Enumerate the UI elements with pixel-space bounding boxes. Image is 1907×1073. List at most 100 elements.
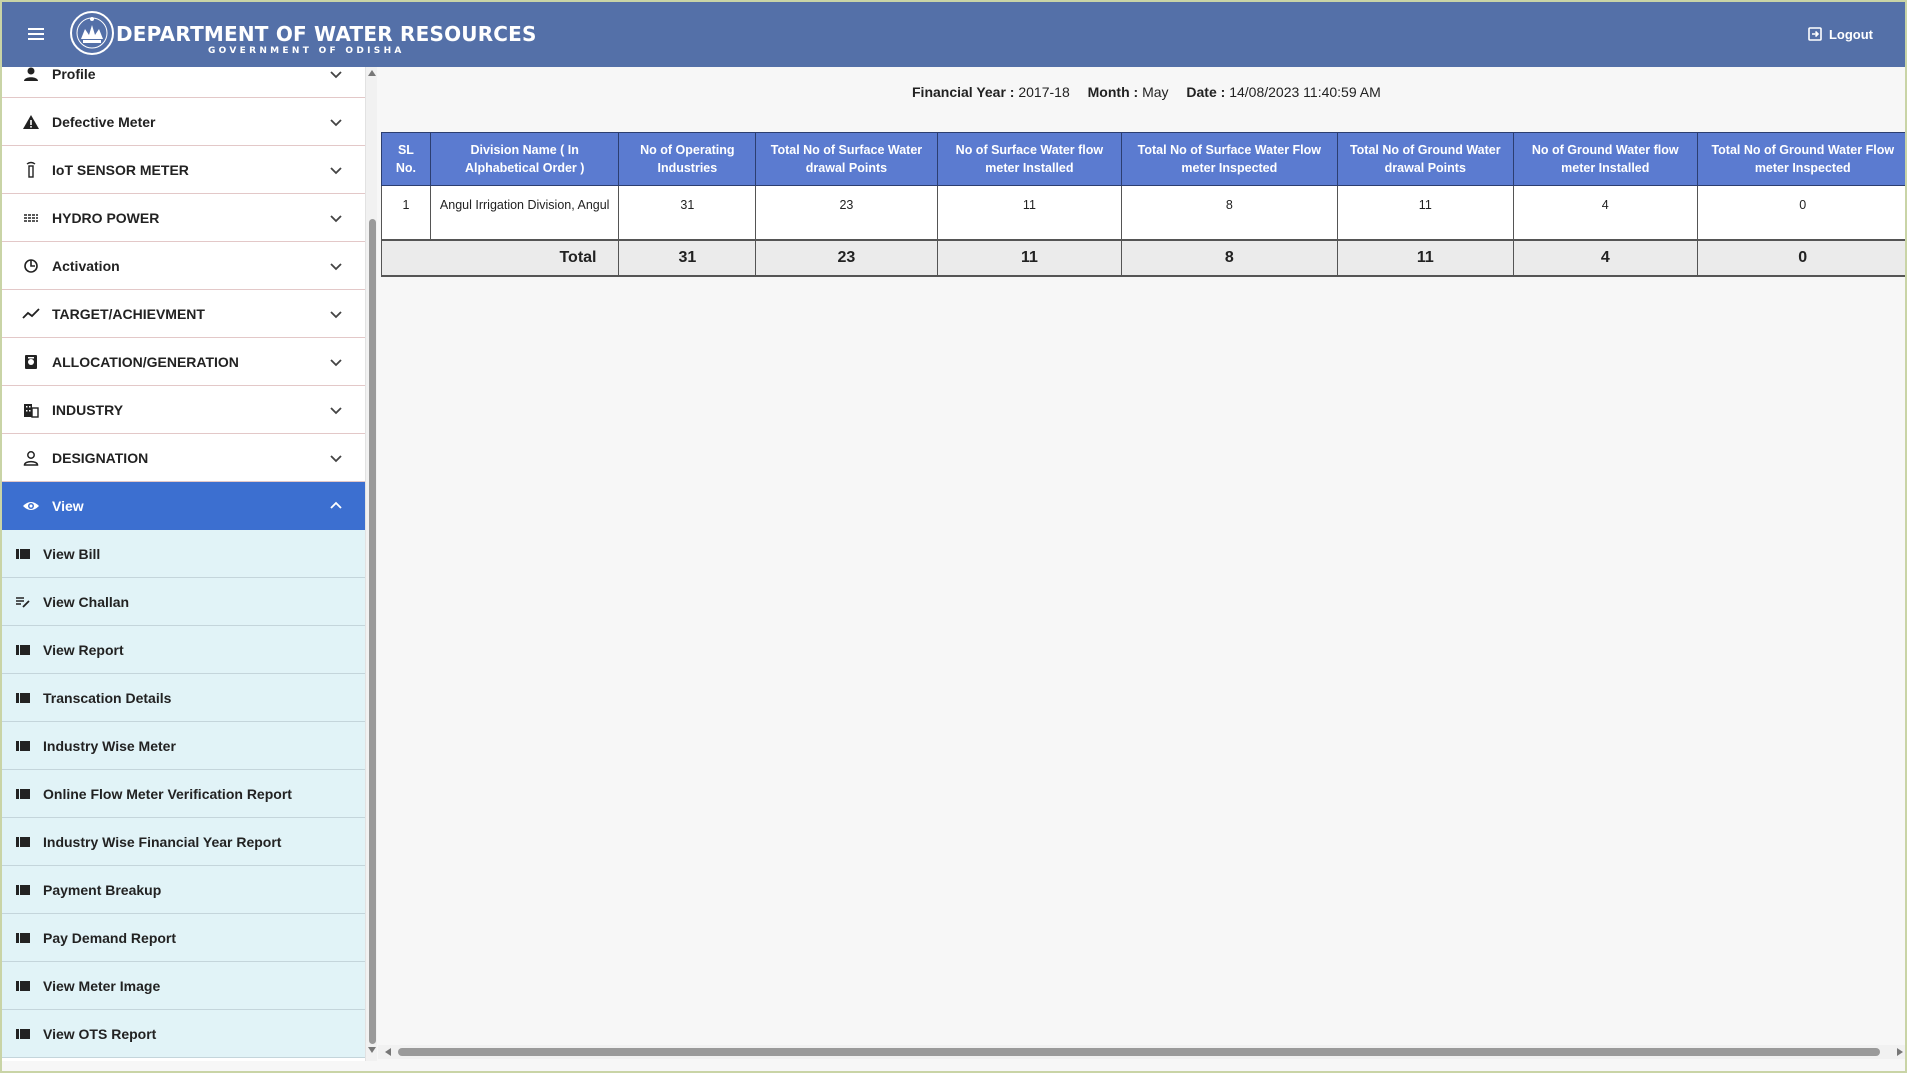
- sidebar-subitem-view-meter-image[interactable]: View Meter Image: [2, 962, 365, 1010]
- scroll-left-arrow-icon[interactable]: [385, 1048, 391, 1056]
- table-cell: Angul Irrigation Division, Angul: [429, 185, 620, 240]
- sidebar-subitem-view-bill[interactable]: View Bill: [2, 530, 365, 578]
- column-header: Total No of Ground Water drawal Points: [1336, 132, 1515, 186]
- horizontal-scrollbar[interactable]: [378, 1045, 1905, 1059]
- chevron-down-icon: [330, 262, 342, 270]
- column-header: Division Name ( In Alphabetical Order ): [429, 132, 620, 186]
- department-title: DEPARTMENT OF WATER RESOURCES: [116, 22, 537, 46]
- list-icon: [16, 692, 30, 703]
- sidebar-subitem-view-challan[interactable]: View Challan: [2, 578, 365, 626]
- sidebar-subitem-payment-breakup[interactable]: Payment Breakup: [2, 866, 365, 914]
- chevron-down-icon: [330, 406, 342, 414]
- column-header: No of Operating Industries: [618, 132, 757, 186]
- sidebar-subitem-view-ots-report[interactable]: View OTS Report: [2, 1010, 365, 1058]
- sidebar-item-industry[interactable]: INDUSTRY: [2, 386, 365, 434]
- list-icon: [16, 884, 30, 895]
- eye-icon: [23, 501, 39, 510]
- list-icon: [16, 788, 30, 799]
- sidebar-item-allocation-generation[interactable]: ALLOCATION/GENERATION: [2, 338, 365, 386]
- column-header: Total No of Ground Water Flow meter Insp…: [1696, 132, 1905, 186]
- table-header-row: SL No. Division Name ( In Alphabetical O…: [381, 132, 1905, 186]
- table-cell: 4: [1513, 185, 1698, 240]
- list-icon: [16, 932, 30, 943]
- sidebar-item-label: HYDRO POWER: [52, 209, 160, 226]
- sidebar-scrollbar[interactable]: [365, 67, 377, 1061]
- sidebar-item-hydro-power[interactable]: HYDRO POWER: [2, 194, 365, 242]
- sidebar-item-label: TARGET/ACHIEVMENT: [52, 305, 205, 322]
- list-icon: [16, 836, 30, 847]
- sidebar-item-iot-sensor-meter[interactable]: IoT SENSOR METER: [2, 146, 365, 194]
- sidebar-subitem-label: Pay Demand Report: [43, 929, 177, 946]
- odisha-emblem-logo: [70, 11, 114, 55]
- sidebar-subitem-label: View Bill: [43, 545, 101, 562]
- total-cell: 8: [1121, 238, 1338, 277]
- sidebar-subitem-online-flow-meter-verification-report[interactable]: Online Flow Meter Verification Report: [2, 770, 365, 818]
- menu-toggle-icon[interactable]: [28, 28, 44, 40]
- total-cell: 11: [1336, 238, 1515, 277]
- sidebar-subitem-label: View Meter Image: [43, 977, 161, 994]
- logout-icon: [1808, 27, 1822, 41]
- sidebar-item-defective-meter[interactable]: Defective Meter: [2, 98, 365, 146]
- list-icon: [16, 548, 30, 559]
- sidebar-subitem-pay-demand-report[interactable]: Pay Demand Report: [2, 914, 365, 962]
- sidebar-item-activation[interactable]: Activation: [2, 242, 365, 290]
- date-label: Date :: [1186, 84, 1226, 100]
- person-outline-icon: [23, 450, 39, 466]
- sidebar-item-label: ALLOCATION/GENERATION: [52, 353, 239, 370]
- sidebar-item-target-achievment[interactable]: TARGET/ACHIEVMENT: [2, 290, 365, 338]
- sidebar-subitem-label: Payment Breakup: [43, 881, 162, 898]
- edit-note-icon: [16, 596, 30, 608]
- month-label: Month :: [1087, 84, 1139, 100]
- sidebar-subitem-label: View Challan: [43, 593, 130, 610]
- column-header: No of Surface Water flow meter Installed: [936, 132, 1123, 186]
- scroll-down-arrow-icon[interactable]: [368, 1047, 376, 1053]
- chevron-down-icon: [330, 310, 342, 318]
- sidebar-subitem-label: Industry Wise Meter: [43, 737, 176, 754]
- total-label: Total: [380, 238, 620, 277]
- sidebar-subitem-label: Industry Wise Financial Year Report: [43, 833, 282, 850]
- horizontal-scrollbar-thumb[interactable]: [398, 1048, 1880, 1056]
- chevron-up-icon: [330, 501, 342, 509]
- total-cell: 11: [936, 238, 1123, 277]
- chevron-down-icon: [330, 358, 342, 366]
- sidebar-subitem-industry-wise-financial-year-report[interactable]: Industry Wise Financial Year Report: [2, 818, 365, 866]
- sidebar-subitem-view-report[interactable]: View Report: [2, 626, 365, 674]
- sidebar-item-view[interactable]: View: [2, 482, 365, 530]
- financial-year-value: 2017-18: [1018, 84, 1070, 100]
- sensor-icon: [26, 161, 36, 178]
- chevron-down-icon: [330, 166, 342, 174]
- table-row: 1 Angul Irrigation Division, Angul 31 23…: [381, 185, 1905, 240]
- table-cell: 31: [618, 185, 757, 240]
- sidebar-item-profile[interactable]: Profile: [2, 67, 365, 98]
- scroll-up-arrow-icon[interactable]: [368, 70, 376, 76]
- report-info-line: Financial Year : 2017-18 Month : May Dat…: [912, 84, 1381, 100]
- sidebar-item-designation[interactable]: DESIGNATION: [2, 434, 365, 482]
- sidebar-item-label: Profile: [52, 67, 96, 82]
- table-cell: 0: [1696, 185, 1905, 240]
- column-header: SL No.: [381, 132, 431, 186]
- activation-icon: [24, 258, 38, 273]
- chevron-down-icon: [330, 454, 342, 462]
- sidebar-item-label: IoT SENSOR METER: [52, 161, 189, 178]
- list-icon: [16, 740, 30, 751]
- sidebar-subitem-label: View Report: [43, 641, 124, 658]
- scroll-right-arrow-icon[interactable]: [1897, 1048, 1903, 1056]
- top-header: DEPARTMENT OF WATER RESOURCES GOVERNMENT…: [2, 2, 1905, 67]
- sidebar-subitem-label: View OTS Report: [43, 1025, 157, 1042]
- list-icon: [16, 1028, 30, 1039]
- sidebar-item-label: View: [52, 497, 84, 514]
- list-icon: [16, 644, 30, 655]
- table-cell: 8: [1121, 185, 1338, 240]
- sidebar-item-label: INDUSTRY: [52, 401, 124, 418]
- logout-label: Logout: [1828, 26, 1873, 42]
- warning-icon: [23, 114, 39, 129]
- table-cell: 11: [1336, 185, 1515, 240]
- sidebar-scrollbar-thumb[interactable]: [369, 219, 376, 1044]
- logout-button[interactable]: Logout: [1807, 26, 1873, 42]
- column-header: Total No of Surface Water Flow meter Ins…: [1121, 132, 1338, 186]
- sidebar-subitem-industry-wise-meter[interactable]: Industry Wise Meter: [2, 722, 365, 770]
- chevron-down-icon: [330, 214, 342, 222]
- sidebar-subitem-transcation-details[interactable]: Transcation Details: [2, 674, 365, 722]
- main-content: Financial Year : 2017-18 Month : May Dat…: [378, 67, 1905, 1061]
- table-total-row: Total 31 23 11 8 11 4 0: [380, 238, 1905, 277]
